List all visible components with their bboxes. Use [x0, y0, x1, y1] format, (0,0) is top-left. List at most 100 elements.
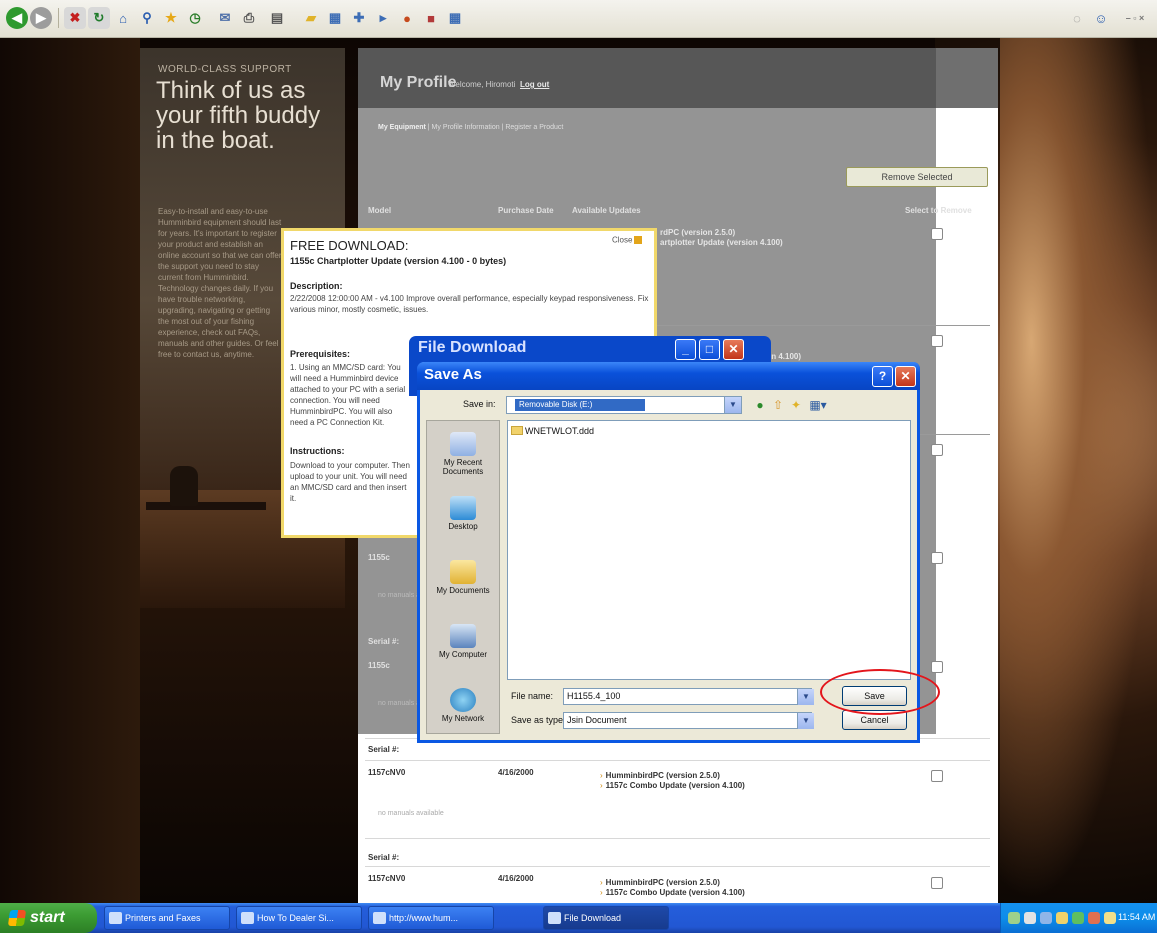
place-desktop[interactable]: Desktop [426, 496, 500, 531]
place-label: My Recent Documents [442, 458, 484, 476]
row5-checkbox[interactable] [931, 661, 943, 673]
view-menu-icon[interactable]: ▦▾ [806, 398, 830, 413]
row4-checkbox[interactable] [931, 552, 943, 564]
popup-title: FREE DOWNLOAD: [290, 238, 409, 253]
chevron-down-icon[interactable]: ▼ [797, 689, 814, 705]
help-icon[interactable]: ? [872, 366, 893, 387]
task-label: Printers and Faxes [125, 913, 201, 923]
mail-icon[interactable]: ✉ [214, 7, 236, 29]
save-type-label: Save as type: [511, 715, 566, 725]
save-in-value[interactable]: Removable Disk (E:) [515, 399, 645, 411]
favorites-icon[interactable]: ★ [160, 7, 182, 29]
file-name-input[interactable]: H1155.4_100 [563, 688, 812, 705]
back-icon[interactable]: ● [752, 398, 768, 413]
task-printers-and-faxes[interactable]: Printers and Faxes [104, 906, 230, 930]
tray-icon[interactable] [1088, 912, 1100, 924]
row2-checkbox[interactable] [931, 335, 943, 347]
window-controls-icon[interactable]: – ▫ × [1118, 7, 1152, 29]
row6-serial: Serial #: [368, 745, 400, 754]
tray-icon[interactable] [1056, 912, 1068, 924]
chevron-down-icon[interactable]: ▼ [724, 397, 741, 413]
media-icon[interactable]: ● [396, 7, 418, 29]
description-heading: Description: [290, 281, 343, 291]
place-my-computer[interactable]: My Computer [426, 624, 500, 659]
search-icon[interactable]: ⚲ [136, 7, 158, 29]
tool-icon[interactable]: ■ [420, 7, 442, 29]
file-name-label: File name: [511, 691, 554, 701]
back-icon[interactable]: ◀ [6, 7, 28, 29]
refresh-icon[interactable]: ↻ [88, 7, 110, 29]
volume-icon[interactable] [1104, 912, 1116, 924]
place-label: My Documents [436, 586, 490, 595]
tray-icon[interactable] [1024, 912, 1036, 924]
task-file-download[interactable]: File Download [543, 906, 669, 930]
task-humminbird-site[interactable]: http://www.hum... [368, 906, 494, 930]
task-how-to-dealer[interactable]: How To Dealer Si... [236, 906, 362, 930]
row1-checkbox[interactable] [931, 228, 943, 240]
home-icon[interactable]: ⌂ [112, 7, 134, 29]
bullet-icon: › [600, 781, 603, 790]
edit-icon[interactable]: ▤ [266, 7, 288, 29]
row5-model: 1155c [368, 661, 390, 670]
my-documents-icon [450, 560, 476, 584]
row1-update-1[interactable]: rdPC (version 2.5.0) [660, 228, 735, 238]
desktop-icon [450, 496, 476, 520]
place-my-network[interactable]: My Network [426, 688, 500, 723]
page-title: My Profile [380, 74, 457, 91]
background-splash [1000, 38, 1157, 903]
row3-checkbox[interactable] [931, 444, 943, 456]
forward-icon[interactable]: ▶ [30, 7, 52, 29]
tray-icon[interactable] [1040, 912, 1052, 924]
logout-link[interactable]: Log out [520, 80, 549, 89]
messenger-icon[interactable]: ✚ [348, 7, 370, 29]
folder-icon[interactable]: ▰ [300, 7, 322, 29]
close-icon[interactable]: ✕ [895, 366, 916, 387]
file-item[interactable]: WNETWLOT.ddd [511, 426, 594, 436]
row-divider [365, 866, 990, 867]
welcome-text: Welcome, Hiromoti [448, 80, 516, 89]
my-network-icon [450, 688, 476, 712]
history-icon[interactable]: ◷ [184, 7, 206, 29]
popup-close-link[interactable]: Close [612, 235, 643, 245]
row6-update-2[interactable]: › 1157c Combo Update (version 4.100) [600, 781, 745, 791]
tray-icon[interactable] [1072, 912, 1084, 924]
row7-model: 1157cNV0 [368, 874, 406, 883]
close-label: Close [612, 235, 633, 245]
new-folder-icon[interactable]: ✦ [788, 398, 804, 413]
file-download-title: File Download [418, 339, 527, 356]
row-divider [365, 838, 990, 839]
row6-update-1[interactable]: › HumminbirdPC (version 2.5.0) [600, 771, 720, 781]
row7-update-2[interactable]: › 1157c Combo Update (version 4.100) [600, 888, 745, 898]
row6-model: 1157cNV0 [368, 768, 406, 777]
minimize-icon[interactable]: _ [675, 339, 696, 360]
research-icon[interactable]: ▸ [372, 7, 394, 29]
place-recent-documents[interactable]: My Recent Documents [426, 432, 500, 476]
discuss-icon[interactable]: ▦ [324, 7, 346, 29]
save-type-select[interactable]: Jsin Document [563, 712, 812, 729]
prerequisites-heading: Prerequisites: [290, 349, 351, 359]
subnav-my-equipment[interactable]: My Equipment [378, 124, 426, 131]
grid-icon[interactable]: ▦ [444, 7, 466, 29]
place-my-documents[interactable]: My Documents [426, 560, 500, 595]
row7-checkbox[interactable] [931, 877, 943, 889]
browser-icon [241, 912, 254, 924]
stop-icon[interactable]: ✖ [64, 7, 86, 29]
bullet-icon: › [600, 771, 603, 780]
row5-serial: Serial #: [368, 637, 400, 646]
remove-selected-button[interactable]: Remove Selected [846, 167, 988, 187]
subnav-links[interactable]: | My Profile Information | Register a Pr… [428, 124, 564, 131]
close-icon[interactable]: ✕ [723, 339, 744, 360]
user-icon: ☺ [1094, 10, 1108, 26]
file-list[interactable] [507, 420, 911, 680]
maximize-icon[interactable]: □ [699, 339, 720, 360]
row1-update-2[interactable]: artplotter Update (version 4.100) [660, 238, 783, 248]
tray-icon[interactable] [1008, 912, 1020, 924]
row6-checkbox[interactable] [931, 770, 943, 782]
up-folder-icon[interactable]: ⇧ [770, 398, 786, 413]
description-text: 2/22/2008 12:00:00 AM - v4.100 Improve o… [290, 294, 649, 314]
print-icon[interactable]: ⎙ [238, 7, 260, 29]
chevron-down-icon[interactable]: ▼ [797, 713, 814, 729]
column-model: Model [368, 206, 392, 215]
row7-update-1[interactable]: › HumminbirdPC (version 2.5.0) [600, 878, 720, 888]
save-as-titlebar [417, 362, 920, 390]
